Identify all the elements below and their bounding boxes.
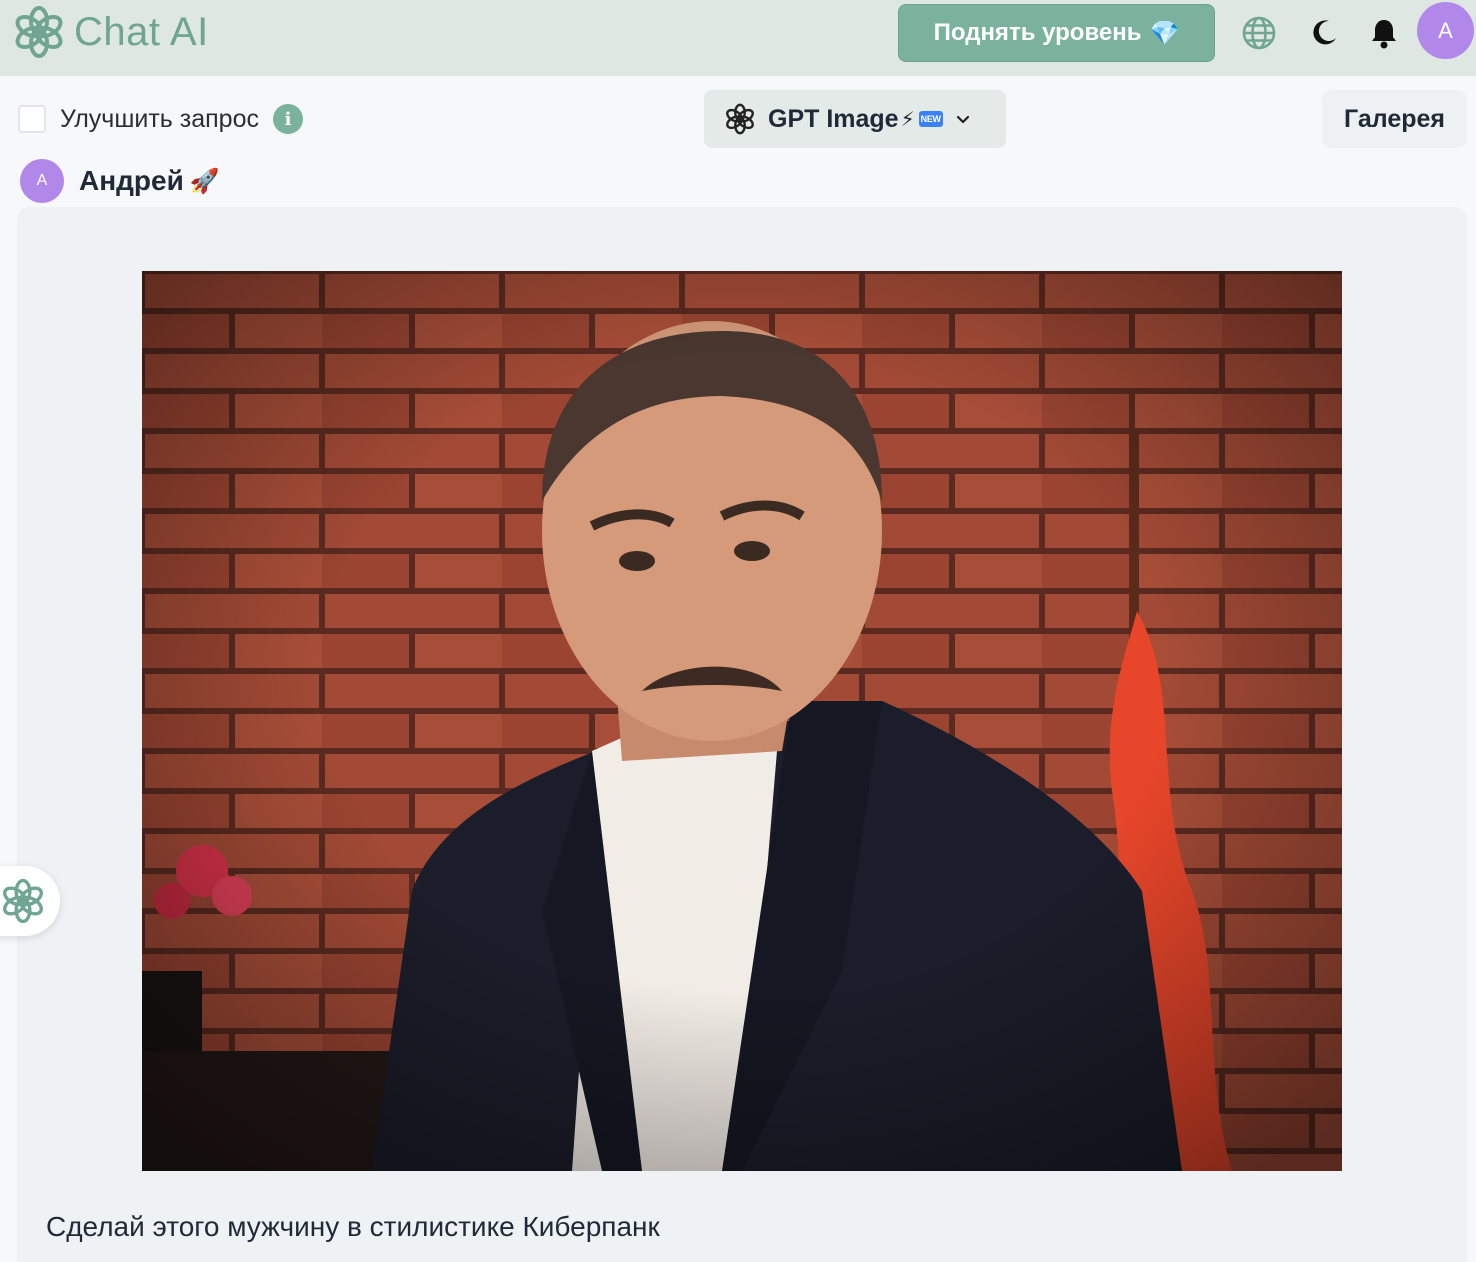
top-bar: Chat AI Поднять уровень 💎 A (0, 0, 1476, 76)
chevron-down-icon (956, 115, 969, 124)
lightning-icon: ⚡ (900, 108, 915, 131)
bell-icon[interactable] (1365, 14, 1403, 52)
app-name: Chat AI (74, 9, 209, 54)
globe-icon[interactable] (1240, 14, 1278, 52)
info-icon[interactable]: i (272, 104, 303, 134)
app-logo[interactable]: Chat AI (12, 5, 209, 59)
gallery-button[interactable]: Галерея (1322, 90, 1467, 148)
improve-prompt-checkbox[interactable] (18, 105, 46, 133)
diamond-icon: 💎 (1149, 19, 1180, 47)
new-badge: NEW (918, 111, 943, 127)
improve-prompt-control: Улучшить запрос i (18, 104, 303, 134)
openai-icon (726, 103, 754, 135)
author-avatar: A (20, 159, 64, 203)
attached-photo (142, 271, 1342, 1171)
upgrade-button[interactable]: Поднять уровень 💎 (898, 4, 1215, 62)
author-name: Андрей (79, 165, 184, 196)
improve-prompt-label: Улучшить запрос (60, 104, 259, 133)
openai-side-icon (3, 878, 43, 924)
upgrade-label: Поднять уровень (933, 19, 1142, 46)
message-author: A Андрей 🚀 (20, 159, 220, 203)
attached-image[interactable] (142, 271, 1342, 1171)
moon-icon[interactable] (1305, 14, 1343, 52)
model-selector[interactable]: GPT Image ⚡ NEW (704, 90, 1006, 148)
message-prompt-text: Сделай этого мужчину в стилистике Киберп… (46, 1211, 660, 1242)
model-name: GPT Image (768, 104, 899, 133)
user-avatar[interactable]: A (1417, 2, 1474, 59)
rocket-icon: 🚀 (189, 167, 220, 195)
openai-logo-icon (15, 6, 63, 58)
